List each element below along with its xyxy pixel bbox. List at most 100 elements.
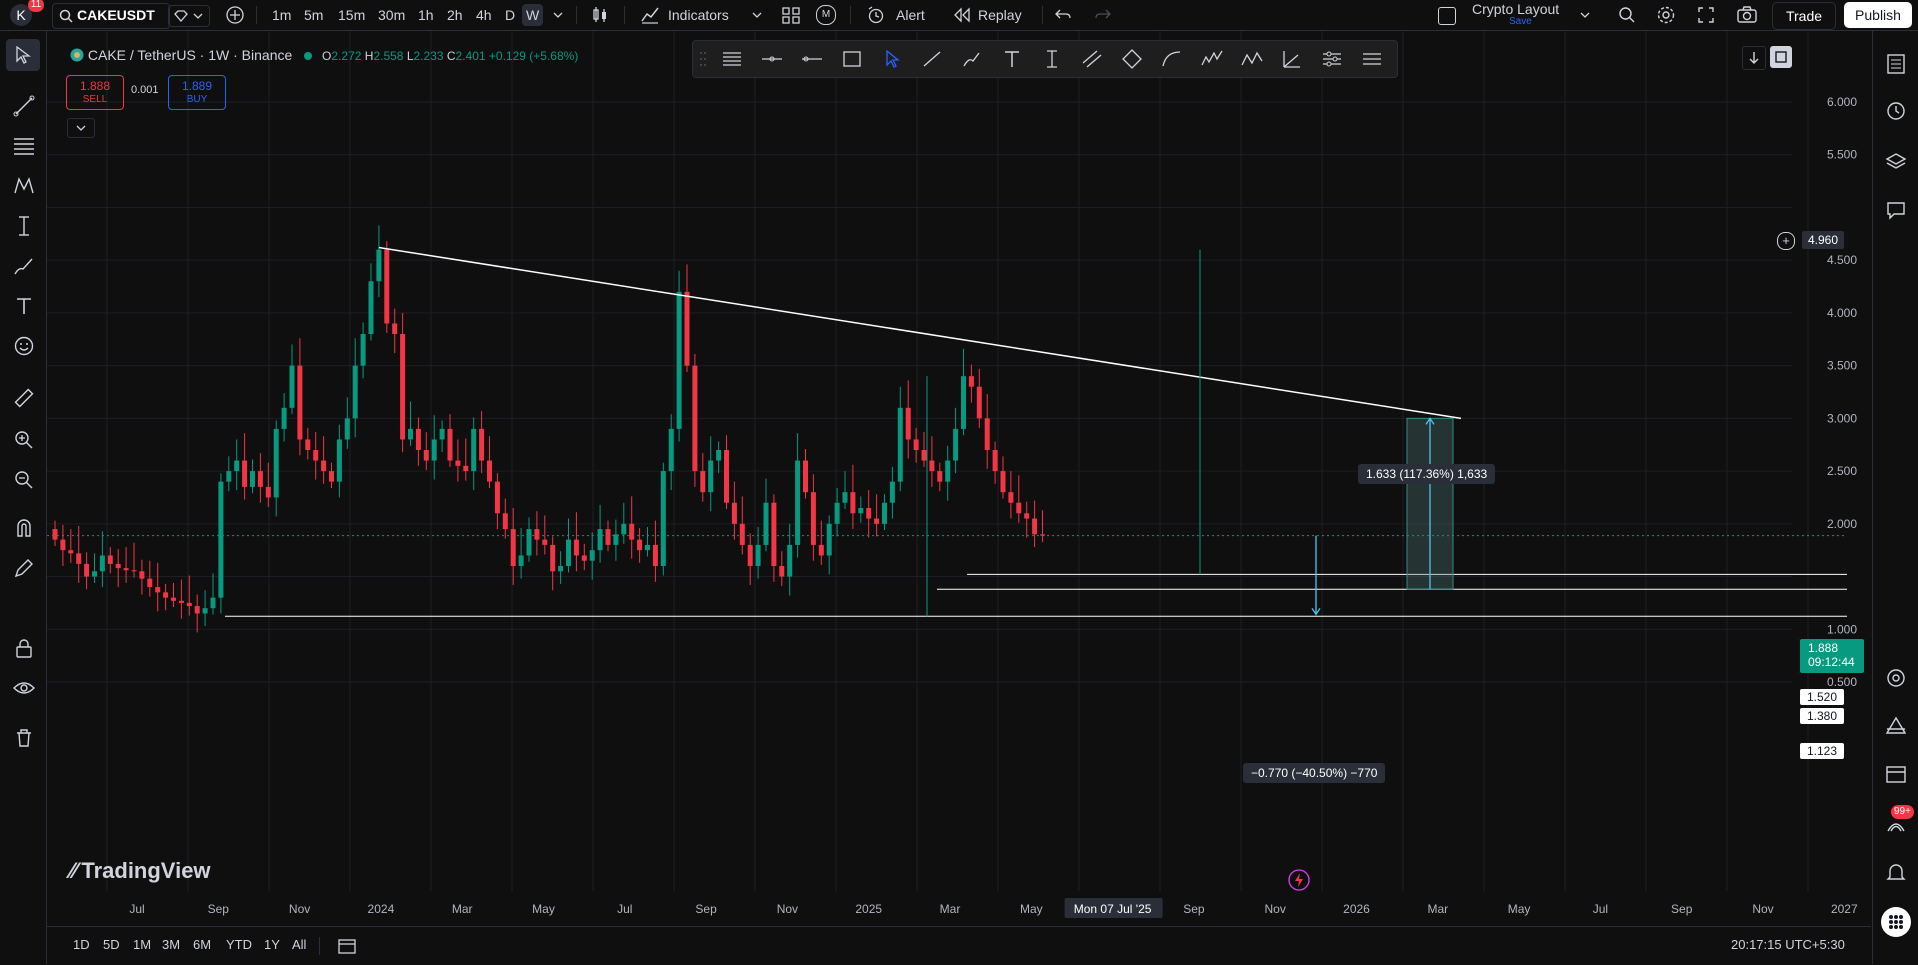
eye-icon[interactable] [13,677,35,699]
interval-1h[interactable]: 1h [414,4,438,26]
ray-icon[interactable] [921,49,943,69]
candle-body [558,566,564,572]
ruler-icon[interactable] [13,387,35,409]
interval-d[interactable]: D [501,4,519,26]
emoji-icon[interactable] [13,335,35,357]
cursor-arrow-icon[interactable] [881,49,903,69]
clock-display[interactable]: 20:17:15 UTC+5:30 [1731,937,1845,952]
range-6m[interactable]: 6M [193,937,211,952]
symbol-title[interactable]: CAKE / TetherUS · 1W · Binance [88,47,292,63]
zoom-out-icon[interactable] [13,469,35,491]
gear-icon[interactable] [1656,5,1676,25]
candles-icon[interactable] [590,5,610,25]
fullscreen-icon[interactable] [1696,5,1716,25]
target-icon[interactable] [1885,667,1907,689]
add-alert-plus-icon[interactable]: + [1777,232,1795,250]
settings-lines-icon[interactable] [1321,49,1343,69]
layout-checkbox[interactable] [1438,7,1456,25]
collapse-order-button[interactable] [67,118,95,138]
indicators-button[interactable]: Indicators [668,4,729,26]
elliott-wave-icon[interactable] [1201,49,1223,69]
interval-30m[interactable]: 30m [374,4,409,26]
indicators-icon[interactable] [640,5,660,25]
magnet-icon[interactable] [13,517,35,539]
measure-line-icon[interactable] [13,215,35,237]
goto-date-icon[interactable] [337,936,357,956]
rectangle-icon[interactable] [841,49,863,69]
pen-icon[interactable] [961,49,983,69]
cursor-tool[interactable] [6,39,40,71]
abc-pattern-icon[interactable] [1241,49,1263,69]
interval-1m[interactable]: 1m [268,4,295,26]
interval-4h[interactable]: 4h [472,4,496,26]
chat-icon[interactable] [1885,199,1907,221]
range-1d[interactable]: 1D [73,937,90,952]
layout-save-label[interactable]: Save [1509,16,1532,27]
layout-grid-icon[interactable] [781,5,801,25]
publish-button[interactable]: Publish [1844,2,1912,28]
watchlist-icon[interactable] [1885,53,1907,75]
fib-icon[interactable] [13,135,35,157]
alert-icon[interactable] [866,5,886,25]
text-tool-icon[interactable] [1001,49,1023,69]
lightning-icon[interactable] [1288,869,1310,891]
parallel-channel-icon[interactable] [1081,49,1103,69]
replay-icon[interactable] [952,6,972,24]
interval-2h[interactable]: 2h [443,4,467,26]
interval-15m[interactable]: 15m [334,4,369,26]
chevron-down-icon[interactable] [553,11,563,19]
add-symbol-icon[interactable] [225,5,245,25]
bell-icon[interactable] [1885,861,1907,883]
drag-handle-icon[interactable] [699,49,707,69]
camera-icon[interactable] [1736,5,1758,25]
range-ytd[interactable]: YTD [226,937,252,952]
scroll-latest-button[interactable] [1742,46,1766,70]
candle-body [178,600,184,603]
interval-5m[interactable]: 5m [300,4,327,26]
clock-alert-icon[interactable] [1885,99,1907,121]
trade-button[interactable]: Trade [1772,2,1836,30]
range-5d[interactable]: 5D [103,937,120,952]
sell-button[interactable]: 1.888 SELL [66,75,124,110]
rotated-rect-icon[interactable] [1121,49,1143,69]
pencil-lock-icon[interactable] [13,557,35,579]
lock-icon[interactable] [13,637,35,659]
chevron-down-icon[interactable] [752,11,762,19]
fib-fan-icon[interactable] [1281,49,1303,69]
price-range-icon[interactable] [1041,49,1063,69]
horizontal-ray-icon[interactable] [801,49,823,69]
symbol-search[interactable]: CAKEUSDT [52,3,170,29]
layers-icon[interactable] [1885,151,1907,173]
alert-button[interactable]: Alert [896,4,925,26]
arc-icon[interactable] [1161,49,1183,69]
chevron-down-icon[interactable] [1580,11,1590,19]
brush-icon[interactable] [13,255,35,277]
range-1y[interactable]: 1Y [264,937,280,952]
pattern-icon[interactable] [13,175,35,197]
horizontal-line-icon[interactable] [761,49,783,69]
quick-search-icon[interactable] [1617,5,1637,25]
undo-icon[interactable] [1054,7,1072,23]
m-icon[interactable]: M [816,5,836,25]
chart-pane[interactable]: 6.000 5.500 4.500 4.000 3.500 3.000 2.500 2.000… [47,31,1871,926]
more-tools-icon[interactable] [1361,49,1383,69]
price-chart[interactable]: 6.000 5.500 4.500 4.000 3.500 3.000 2.500 2.000… [47,31,1871,926]
buy-button[interactable]: 1.889 BUY [168,75,226,110]
replay-button[interactable]: Replay [978,4,1022,26]
symbol-type-dropdown[interactable] [168,5,210,27]
interval-w[interactable]: W [522,4,544,26]
zoom-in-icon[interactable] [13,429,35,451]
text-icon[interactable] [13,295,35,317]
auto-scale-button[interactable] [1770,46,1792,68]
trend-line-icon[interactable] [13,95,35,117]
range-3m[interactable]: 3M [162,937,180,952]
apps-grid-icon[interactable] [1881,907,1911,937]
redo-icon[interactable] [1094,7,1112,23]
triangle-icon[interactable] [1885,715,1907,737]
range-all[interactable]: All [292,937,306,952]
lines-menu-icon[interactable] [721,49,743,69]
trash-icon[interactable] [13,727,35,749]
range-1m[interactable]: 1M [133,937,151,952]
calendar-icon[interactable] [1885,763,1907,785]
layout-name[interactable]: Crypto Layout [1472,1,1559,17]
